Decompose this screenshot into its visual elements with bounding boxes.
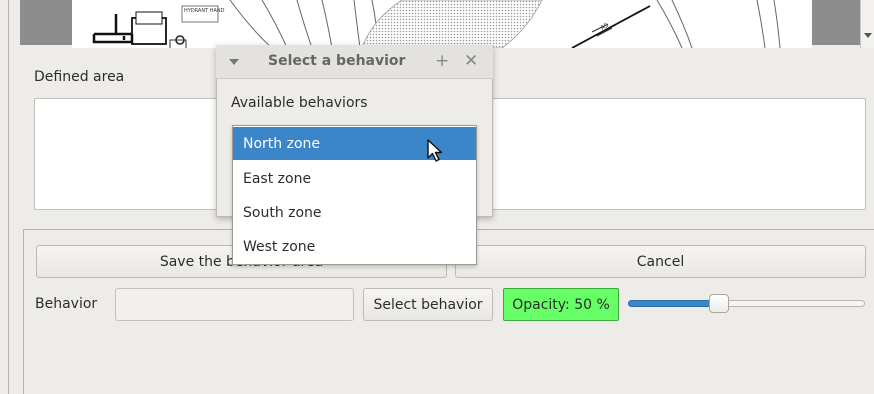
- available-behaviors-label: Available behaviors: [231, 95, 368, 111]
- window-menu-icon[interactable]: [229, 59, 239, 65]
- behavior-field[interactable]: [115, 288, 354, 321]
- opacity-slider-handle[interactable]: [709, 294, 729, 313]
- defined-area-label: Defined area: [34, 69, 125, 85]
- map-drawing: HYDRANT HAND AS: [92, 0, 781, 48]
- select-behavior-button[interactable]: Select behavior: [363, 288, 493, 321]
- behavior-option-east-zone[interactable]: East zone: [233, 162, 476, 195]
- maximize-icon[interactable]: +: [435, 51, 449, 71]
- behavior-label: Behavior: [35, 296, 98, 312]
- map-view[interactable]: HYDRANT HAND AS: [0, 0, 874, 50]
- opacity-slider-fill: [628, 300, 718, 307]
- scroll-down-arrow-icon[interactable]: [864, 33, 872, 38]
- behavior-option-west-zone[interactable]: West zone: [233, 230, 476, 263]
- map-margin-left: [20, 0, 72, 45]
- map-label-1: HYDRANT HAND: [184, 8, 225, 14]
- opacity-badge: Opacity: 50 %: [503, 288, 619, 321]
- close-icon[interactable]: ✕: [464, 51, 478, 71]
- map-canvas[interactable]: HYDRANT HAND AS: [72, 0, 812, 48]
- cancel-button[interactable]: Cancel: [455, 245, 866, 278]
- dialog-title: Select a behavior: [268, 53, 406, 69]
- map-scrollbar[interactable]: [860, 0, 874, 48]
- mouse-pointer-icon: [427, 139, 443, 162]
- window-frame-edge: [8, 0, 9, 394]
- map-margin-right: [812, 0, 860, 45]
- behavior-option-south-zone[interactable]: South zone: [233, 196, 476, 229]
